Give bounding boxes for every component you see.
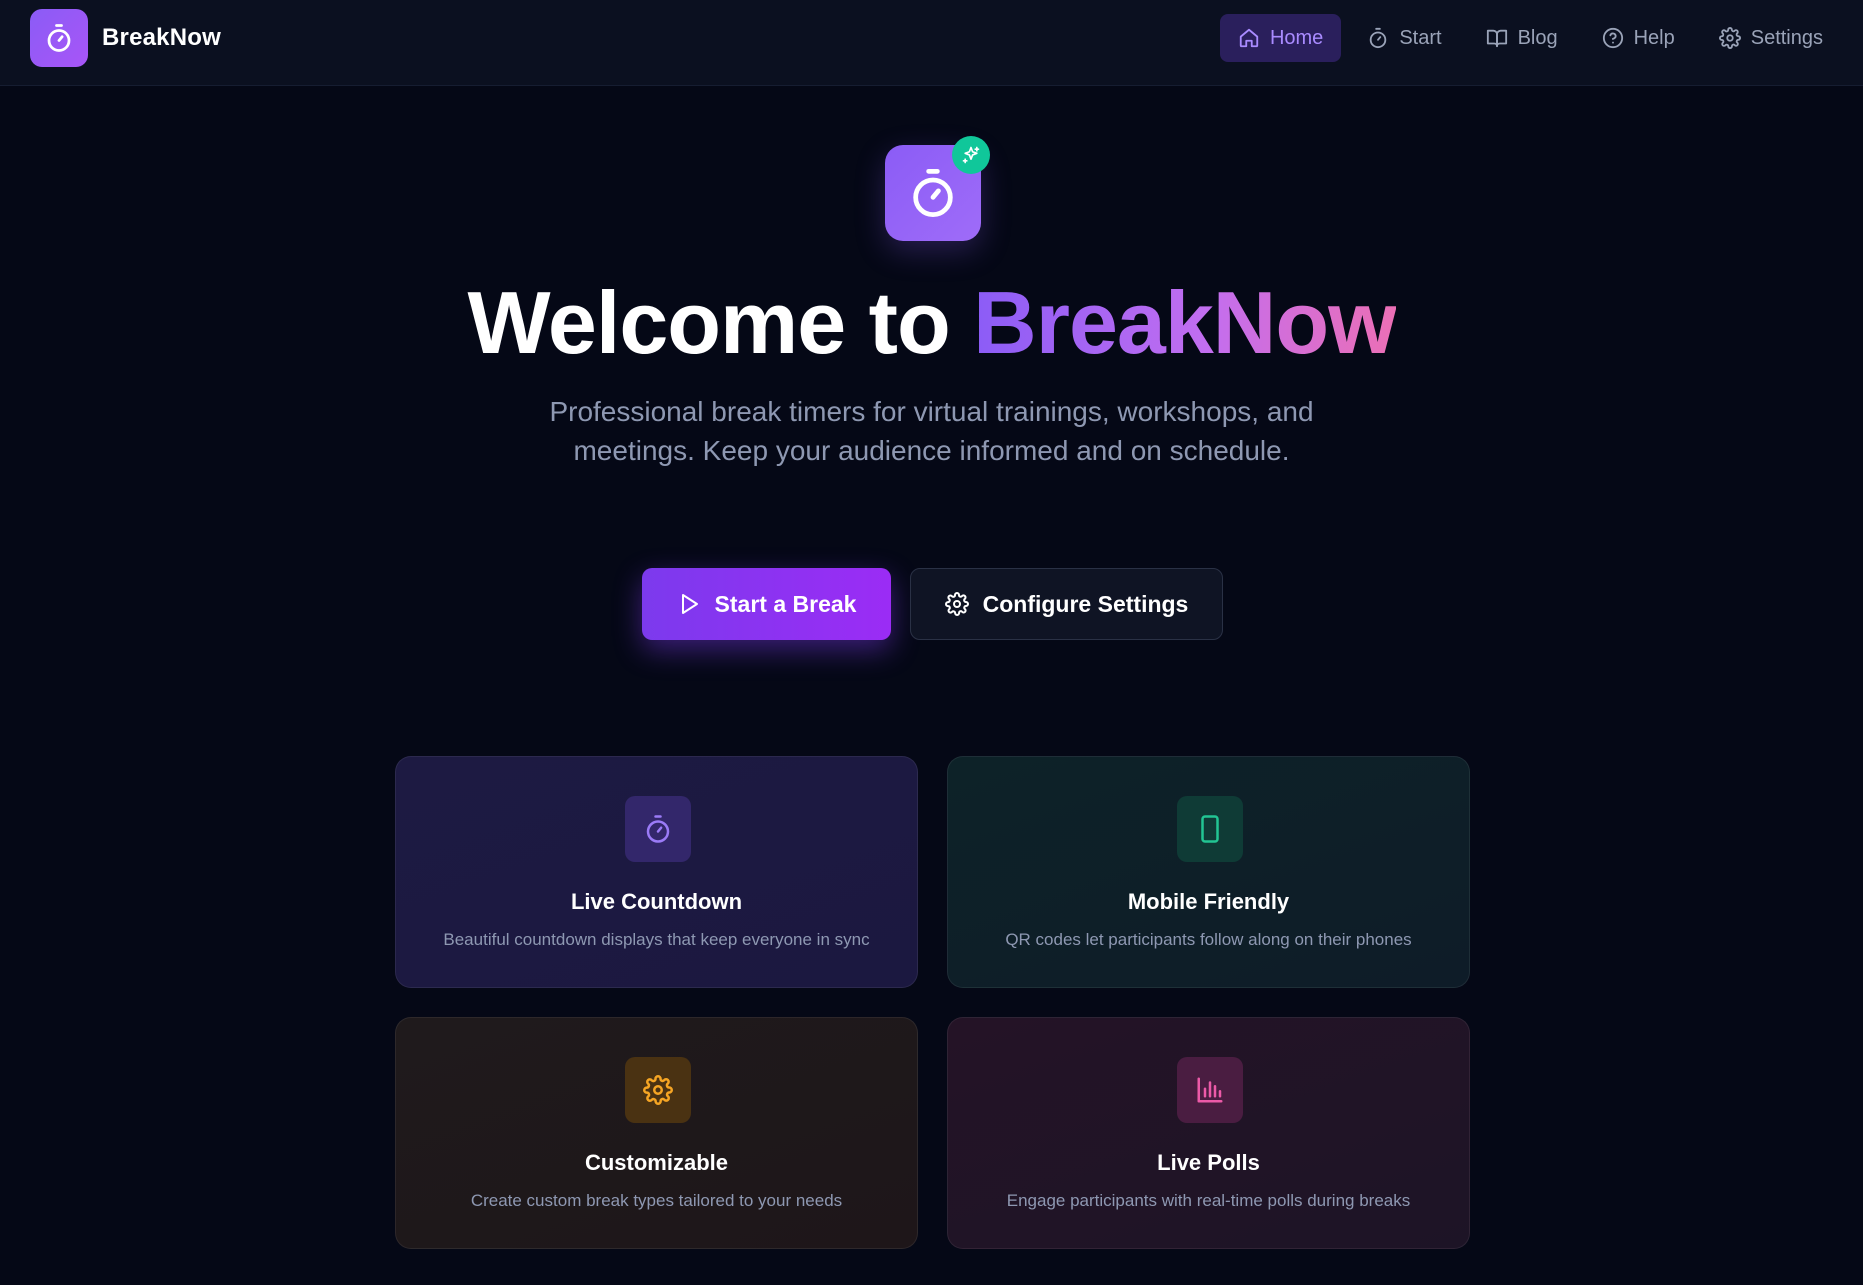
stopwatch-icon: [30, 9, 88, 67]
gear-icon: [1718, 27, 1741, 49]
nav-item-label: Home: [1269, 26, 1324, 49]
top-navbar: BreakNow Home Start Blog Help Settings: [0, 0, 1863, 86]
timer-icon: [625, 796, 691, 862]
configure-settings-label: Configure Settings: [982, 590, 1189, 617]
smartphone-icon: [1177, 796, 1243, 862]
page-title: Welcome to BreakNow: [0, 268, 1863, 378]
main-nav: Home Start Blog Help Settings: [1219, 14, 1841, 62]
sparkles-icon: [952, 136, 990, 174]
home-icon: [1239, 28, 1259, 48]
bar-chart-icon: [1177, 1057, 1243, 1123]
configure-settings-button[interactable]: Configure Settings: [910, 568, 1223, 640]
hero-logo: [885, 136, 990, 241]
feature-title: Mobile Friendly: [1127, 889, 1290, 914]
nav-item-label: Blog: [1517, 26, 1558, 49]
feature-card-live-countdown: Live Countdown Beautiful countdown displ…: [395, 756, 918, 988]
gear-icon: [625, 1057, 691, 1123]
nav-item-label: Start: [1399, 26, 1442, 49]
feature-card-mobile-friendly: Mobile Friendly QR codes let participant…: [947, 756, 1470, 988]
brand-name: BreakNow: [102, 24, 221, 51]
play-icon: [681, 594, 698, 614]
timer-icon: [1370, 27, 1387, 49]
feature-description: Create custom break types tailored to yo…: [470, 1191, 843, 1210]
nav-item-help[interactable]: Help: [1584, 14, 1693, 62]
nav-item-blog[interactable]: Blog: [1468, 14, 1576, 62]
title-prefix: Welcome to: [467, 273, 974, 372]
feature-description: Beautiful countdown displays that keep e…: [443, 930, 870, 949]
help-circle-icon: [1602, 27, 1623, 49]
feature-card-live-polls: Live Polls Engage participants with real…: [947, 1017, 1470, 1249]
feature-card-customizable: Customizable Create custom break types t…: [395, 1017, 918, 1249]
start-break-label: Start a Break: [714, 590, 857, 617]
feature-description: Engage participants with real-time polls…: [1006, 1191, 1411, 1210]
nav-item-label: Settings: [1750, 26, 1823, 49]
nav-item-label: Help: [1633, 26, 1675, 49]
nav-item-settings[interactable]: Settings: [1701, 14, 1841, 62]
hero-subtitle: Professional break timers for virtual tr…: [549, 396, 1314, 466]
nav-item-start[interactable]: Start: [1349, 14, 1459, 62]
title-brand: BreakNow: [973, 273, 1396, 372]
book-icon: [1486, 29, 1507, 48]
gear-icon: [944, 592, 969, 616]
feature-title: Customizable: [584, 1150, 729, 1175]
feature-description: QR codes let participants follow along o…: [1005, 930, 1412, 949]
start-break-button[interactable]: Start a Break: [642, 568, 891, 640]
feature-title: Live Countdown: [570, 889, 743, 914]
nav-item-home[interactable]: Home: [1219, 14, 1342, 62]
brand[interactable]: BreakNow: [30, 9, 221, 67]
feature-title: Live Polls: [1157, 1150, 1260, 1175]
